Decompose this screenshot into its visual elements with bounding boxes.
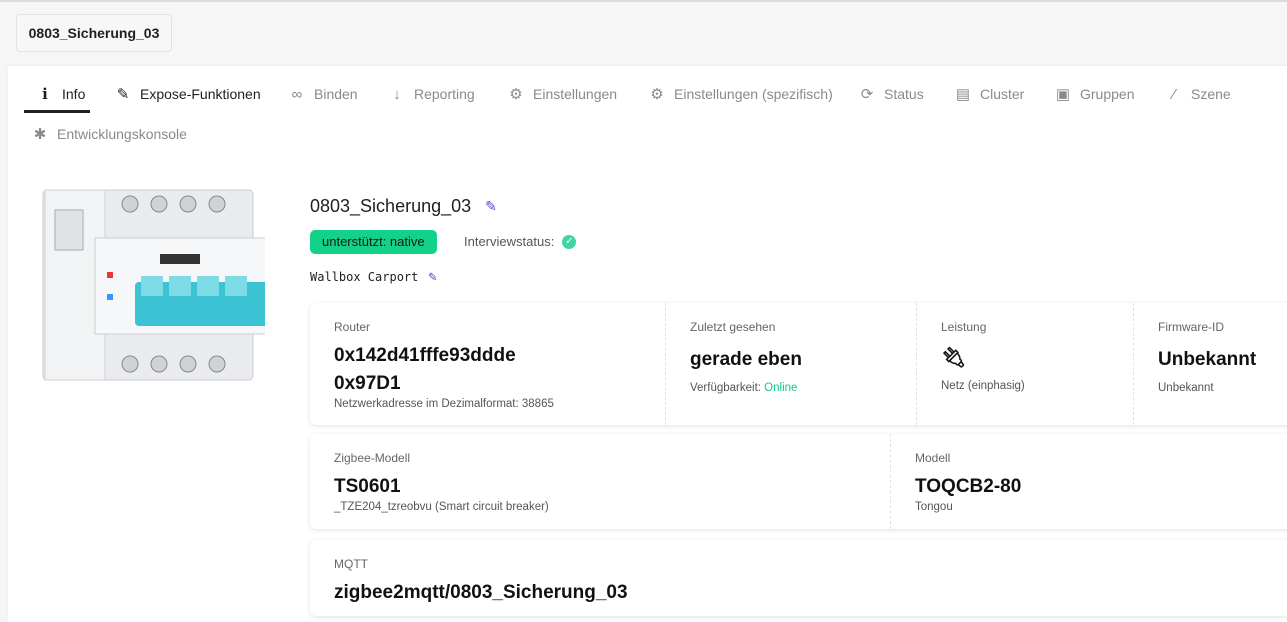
bug-icon: ✱ <box>33 126 47 143</box>
info-icon: i <box>42 85 48 103</box>
interview-status: Interviewstatus: ✓ <box>464 230 577 254</box>
tab-reporting[interactable]: ↓ Reporting <box>388 79 474 109</box>
tab-info[interactable]: i Info <box>36 79 85 109</box>
firmware-cell: Firmware-ID Unbekannt Unbekannt <box>1133 303 1287 425</box>
last-seen-cell: Zuletzt gesehen gerade eben Verfügbarkei… <box>665 303 916 425</box>
object-group-icon: ▣ <box>1055 86 1071 103</box>
tab-einstellungen[interactable]: ⚙ Einstellungen <box>507 79 617 109</box>
link-icon: ∞ <box>291 85 303 103</box>
device-name-row: 0803_Sicherung_03 ✎ <box>310 196 497 217</box>
router-cell: Router 0x142d41fffe93ddde 0x97D1 Netzwer… <box>310 303 665 425</box>
tab-status[interactable]: ⟳ Status <box>858 79 924 109</box>
device-name: 0803_Sicherung_03 <box>310 196 472 216</box>
sync-icon: ⟳ <box>860 86 874 103</box>
active-tab-indicator <box>24 110 90 113</box>
mqtt-cell: MQTT zigbee2mqtt/0803_Sicherung_03 <box>310 540 1287 616</box>
tab-expose[interactable]: ✎ Expose-Funktionen <box>114 79 261 109</box>
device-tab[interactable]: 0803_Sicherung_03 <box>16 14 172 52</box>
info-card-mqtt: MQTT zigbee2mqtt/0803_Sicherung_03 <box>310 540 1287 616</box>
ieee-address: 0x142d41fffe93ddde <box>334 345 516 366</box>
mqtt-topic: zigbee2mqtt/0803_Sicherung_03 <box>334 582 628 603</box>
tab-binden[interactable]: ∞ Binden <box>288 79 358 109</box>
main-panel: i Info ✎ Expose-Funktionen ∞ Binden ↓ Report… <box>8 66 1287 622</box>
tab-entwicklungskonsole[interactable]: ✱ Entwicklungskonsole <box>31 119 187 149</box>
tab-szene[interactable]: ⁄ Szene <box>1165 79 1231 109</box>
gear-icon: ⚙ <box>650 86 664 103</box>
support-badge: unterstützt: native <box>310 230 437 254</box>
tab-cluster[interactable]: ▤ Cluster <box>954 79 1024 109</box>
arrow-down-icon: ↓ <box>393 85 401 103</box>
info-card-model: Zigbee-Modell TS0601 _TZE204_tzreobvu (S… <box>310 434 1287 529</box>
edit-icon[interactable]: ✎ <box>485 198 497 215</box>
tab-gruppen[interactable]: ▣ Gruppen <box>1054 79 1135 109</box>
top-border <box>0 0 1287 2</box>
check-circle-icon: ✓ <box>562 235 577 249</box>
info-card-network: Router 0x142d41fffe93ddde 0x97D1 Netzwer… <box>310 303 1287 425</box>
plug-icon: 🔌︎ <box>941 347 967 369</box>
model-cell: Modell TOQCB2-80 Tongou <box>890 434 1287 529</box>
magic-wand-icon: ⁄ <box>1172 85 1176 103</box>
file-icon: ▤ <box>955 86 971 103</box>
zigbee-model-cell: Zigbee-Modell TS0601 _TZE204_tzreobvu (S… <box>334 451 549 513</box>
edit-description-icon[interactable]: ✎ <box>428 269 436 285</box>
network-address: 0x97D1 <box>334 373 401 394</box>
cogs-icon: ⚙ <box>509 86 523 103</box>
tab-einstellungen-spezifisch[interactable]: ⚙ Einstellungen (spezifisch) <box>648 79 832 109</box>
availability-status: Online <box>764 382 798 394</box>
device-description: Wallbox Carport ✎ <box>310 269 437 285</box>
pencil-icon: ✎ <box>116 86 130 103</box>
power-cell: Leistung 🔌︎ Netz (einphasig) <box>916 303 1133 425</box>
device-image <box>42 189 265 381</box>
